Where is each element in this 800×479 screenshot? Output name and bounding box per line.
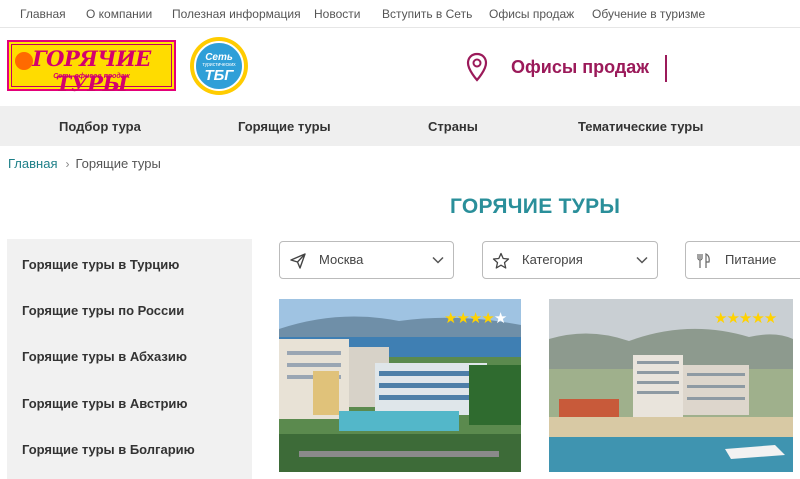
top-link-home[interactable]: Главная xyxy=(20,7,66,21)
page-title: ГОРЯЧИЕ ТУРЫ xyxy=(450,195,621,218)
nav-countries[interactable]: Страны xyxy=(428,119,478,134)
nav-hot-tours[interactable]: Горящие туры xyxy=(238,119,331,134)
sidebar-item-abkhazia[interactable]: Горящие туры в Абхазию xyxy=(22,349,187,364)
tour-card[interactable]: ★★★★★ xyxy=(549,299,793,472)
hot-tours-logo[interactable]: ГОРЯЧИЕ ТУРЫ Сеть офисов продаж xyxy=(7,40,176,96)
tour-card[interactable]: ★★★★★ xyxy=(279,299,521,472)
chevron-right-icon: › xyxy=(65,157,70,171)
main-nav: Подбор тура Горящие туры Страны Тематиче… xyxy=(0,106,800,146)
chevron-down-icon xyxy=(432,256,444,264)
category-value: Категория xyxy=(522,252,583,267)
sales-offices-link[interactable]: Офисы продаж xyxy=(511,57,649,78)
tbg-logo-line3: ТБГ xyxy=(204,67,234,84)
meal-plan-select[interactable]: Питание xyxy=(685,241,800,279)
top-links-bar: Главная О компании Полезная информация Н… xyxy=(0,0,800,28)
hotel-rating: ★★★★★ xyxy=(714,310,777,327)
sidebar-item-bulgaria[interactable]: Горящие туры в Болгарию xyxy=(22,442,195,457)
category-select[interactable]: Категория xyxy=(482,241,658,279)
hotel-rating: ★★★★★ xyxy=(444,310,507,327)
sidebar: Горящие туры в Турцию Горящие туры по Ро… xyxy=(7,239,252,479)
chevron-down-icon xyxy=(636,256,648,264)
logo-brand-text: ГОРЯЧИЕ ТУРЫ xyxy=(32,46,151,96)
top-link-useful-info[interactable]: Полезная информация xyxy=(172,7,301,21)
breadcrumb: Главная › Горящие туры xyxy=(8,156,161,171)
meal-plan-value: Питание xyxy=(725,252,777,267)
top-link-news[interactable]: Новости xyxy=(314,7,360,21)
top-link-tourism-training[interactable]: Обучение в туризме xyxy=(592,7,705,21)
breadcrumb-home[interactable]: Главная xyxy=(8,156,57,171)
paper-plane-icon xyxy=(290,253,306,269)
departure-city-value: Москва xyxy=(319,252,364,267)
logo-tagline: Сеть офисов продаж xyxy=(53,73,130,80)
sidebar-item-austria[interactable]: Горящие туры в Австрию xyxy=(22,396,188,411)
header-divider xyxy=(665,55,667,82)
top-link-sales-offices[interactable]: Офисы продаж xyxy=(489,7,574,21)
sidebar-item-russia[interactable]: Горящие туры по России xyxy=(22,303,184,318)
departure-city-select[interactable]: Москва xyxy=(279,241,454,279)
location-pin-icon xyxy=(466,52,488,82)
nav-tour-search[interactable]: Подбор тура xyxy=(59,119,141,134)
breadcrumb-current: Горящие туры xyxy=(75,156,161,171)
sidebar-item-turkey[interactable]: Горящие туры в Турцию xyxy=(22,257,179,272)
tbg-network-logo[interactable]: Сеть туристических ТБГ xyxy=(190,37,248,95)
star-outline-icon xyxy=(492,252,510,269)
food-icon xyxy=(697,253,710,268)
top-link-join-network[interactable]: Вступить в Сеть xyxy=(382,7,472,21)
nav-thematic-tours[interactable]: Тематические туры xyxy=(578,119,703,134)
top-link-about[interactable]: О компании xyxy=(86,7,152,21)
